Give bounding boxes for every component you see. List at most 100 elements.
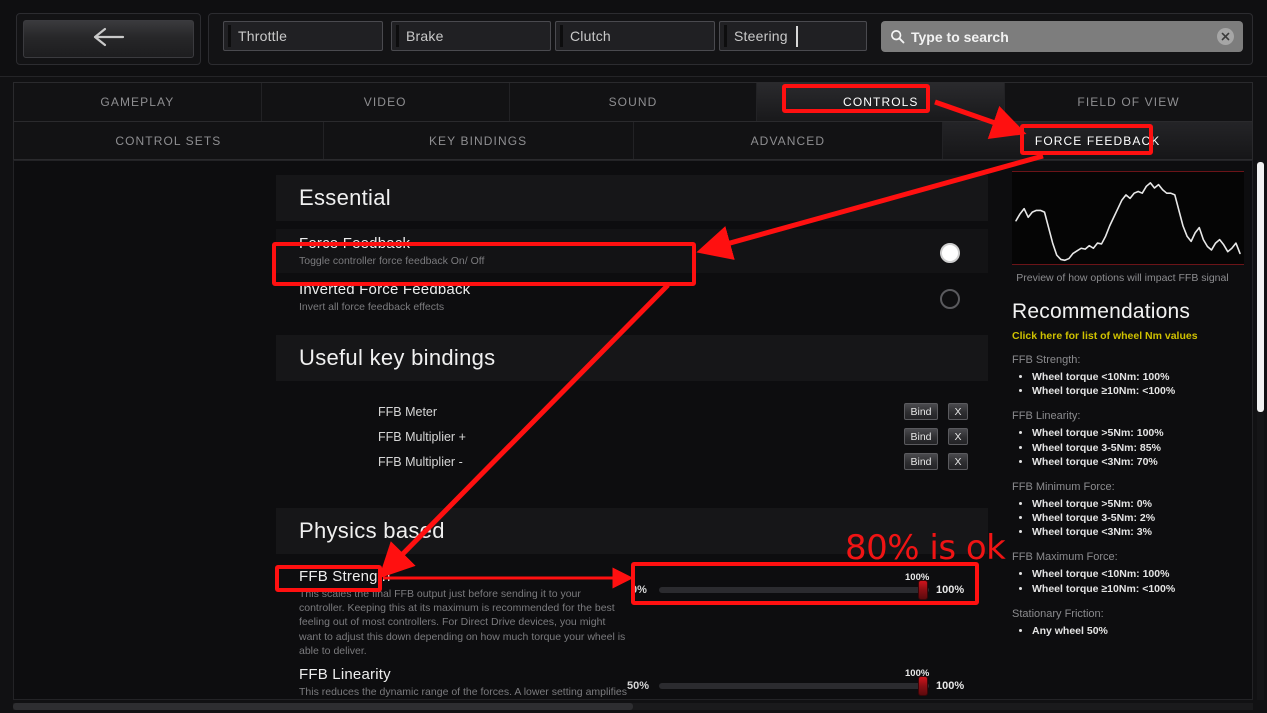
ffb-signal-preview-chart (1012, 171, 1244, 265)
axis-fill-bar (560, 25, 563, 47)
rec-group-stationary-friction: Stationary Friction: Any wheel 50% (1012, 608, 1245, 638)
bind-button[interactable]: Bind (904, 428, 938, 445)
list-item: Wheel torque 3-5Nm: 85% (1032, 441, 1245, 455)
tab-sound[interactable]: SOUND (510, 83, 758, 121)
rec-group-title: FFB Linearity: (1012, 410, 1081, 423)
clear-binding-button[interactable]: X (948, 453, 968, 470)
list-item: Wheel torque >5Nm: 0% (1032, 497, 1245, 511)
arrow-left-icon (92, 27, 126, 52)
rec-group-title: FFB Maximum Force: (1012, 551, 1118, 564)
binding-label: FFB Multiplier - (378, 454, 463, 469)
search-input[interactable]: Type to search (881, 21, 1243, 52)
slider-track[interactable] (659, 683, 929, 689)
tab-advanced[interactable]: ADVANCED (634, 122, 944, 159)
rec-group-title: Stationary Friction: (1012, 607, 1104, 620)
vertical-scrollbar-thumb[interactable] (1257, 162, 1264, 412)
tab-label: GAMEPLAY (100, 95, 175, 109)
rec-group-list: Wheel torque >5Nm: 100% Wheel torque 3-5… (1032, 426, 1245, 469)
tab-gameplay[interactable]: GAMEPLAY (14, 83, 262, 121)
binding-label: FFB Meter (378, 404, 438, 419)
list-item: Wheel torque <10Nm: 100% (1032, 370, 1245, 384)
rec-group-ffb-linearity: FFB Linearity: Wheel torque >5Nm: 100% W… (1012, 410, 1245, 469)
tab-key-bindings[interactable]: KEY BINDINGS (324, 122, 634, 159)
axis-fill-bar (396, 25, 399, 47)
option-description: This reduces the dynamic range of the fo… (299, 686, 627, 698)
clear-binding-button[interactable]: X (948, 428, 968, 445)
section-heading-key-bindings: Useful key bindings (276, 335, 988, 381)
axis-label: Throttle (238, 28, 288, 44)
rec-group-ffb-strength: FFB Strength: Wheel torque <10Nm: 100% W… (1012, 354, 1245, 398)
section-heading-essential: Essential (276, 175, 988, 221)
rec-group-ffb-maximum-force: FFB Maximum Force: Wheel torque <10Nm: 1… (1012, 551, 1245, 595)
annotation-note-80-percent: 80% is ok (845, 528, 1006, 568)
settings-content: Essential Force Feedback Toggle controll… (13, 160, 1253, 700)
axis-brake[interactable]: Brake (391, 21, 551, 51)
axis-clutch[interactable]: Clutch (555, 21, 715, 51)
binding-label: FFB Multiplier + (378, 429, 466, 444)
tab-label: ADVANCED (750, 133, 826, 148)
axis-label: Steering (734, 28, 788, 44)
option-description: This scales the final FFB output just be… (299, 588, 626, 657)
recommendations-panel: Preview of how options will impact FFB s… (1000, 171, 1245, 638)
section-title: Physics based (299, 518, 445, 543)
list-item: Any wheel 50% (1032, 624, 1245, 638)
slider-min-label: 50% (627, 680, 650, 692)
list-item: Wheel torque <10Nm: 100% (1032, 567, 1245, 581)
rec-group-title: FFB Strength: (1012, 354, 1081, 366)
search-placeholder: Type to search (911, 28, 1009, 45)
preview-caption: Preview of how options will impact FFB s… (1016, 272, 1229, 284)
inverted-force-feedback-toggle[interactable] (940, 289, 960, 309)
axis-label: Clutch (570, 28, 611, 44)
option-description: Invert all force feedback effects (299, 301, 445, 313)
rec-group-list: Wheel torque <10Nm: 100% Wheel torque ≥1… (1032, 370, 1245, 398)
list-item: Wheel torque ≥10Nm: <100% (1032, 384, 1245, 398)
slider-thumb[interactable] (918, 676, 928, 696)
search-clear-icon[interactable] (1217, 28, 1234, 45)
option-ffb-linearity[interactable]: FFB Linearity This reduces the dynamic r… (276, 660, 988, 699)
binding-row-ffb-multiplier-minus: FFB Multiplier - Bind X (276, 449, 988, 474)
list-item: Wheel torque <3Nm: 3% (1032, 525, 1245, 539)
tab-video[interactable]: VIDEO (262, 83, 510, 121)
rec-group-list: Any wheel 50% (1032, 624, 1245, 638)
search-icon (890, 29, 905, 44)
rec-group-title: FFB Minimum Force: (1012, 480, 1115, 493)
ffb-linearity-slider[interactable]: 50% 100% 100% (627, 668, 966, 699)
tab-label: CONTROL SETS (115, 133, 222, 148)
list-item: Wheel torque >5Nm: 100% (1032, 426, 1245, 440)
list-item: Wheel torque 3-5Nm: 2% (1032, 511, 1245, 525)
clear-binding-button[interactable]: X (948, 403, 968, 420)
settings-window: Throttle Brake Clutch Steering Type to s… (0, 0, 1267, 713)
wheel-nm-values-link[interactable]: Click here for list of wheel Nm values (1012, 330, 1245, 342)
axis-fill-bar (724, 25, 727, 47)
tab-label: VIDEO (363, 95, 407, 109)
binding-row-ffb-multiplier-plus: FFB Multiplier + Bind X (276, 424, 988, 449)
bind-button[interactable]: Bind (904, 403, 938, 420)
tab-control-sets[interactable]: CONTROL SETS (14, 122, 324, 159)
back-button[interactable] (23, 20, 194, 58)
axis-throttle[interactable]: Throttle (223, 21, 383, 51)
ffb-waveform (1015, 182, 1241, 262)
tab-label: SOUND (608, 95, 658, 109)
bind-button[interactable]: Bind (904, 453, 938, 470)
slider-value: 100% (936, 680, 965, 692)
rec-group-list: Wheel torque >5Nm: 0% Wheel torque 3-5Nm… (1032, 497, 1245, 540)
recommendations-title: Recommendations (1012, 300, 1191, 323)
annotation-box-ffb-strength-slider (631, 562, 979, 605)
axis-monitor-frame: Throttle Brake Clutch Steering Type to s… (208, 13, 1253, 65)
back-button-frame (16, 13, 201, 65)
axis-label: Brake (406, 28, 444, 44)
axis-position-marker (795, 25, 798, 47)
force-feedback-toggle[interactable] (940, 243, 960, 263)
rec-group-list: Wheel torque <10Nm: 100% Wheel torque ≥1… (1032, 567, 1245, 595)
list-item: Wheel torque ≥10Nm: <100% (1032, 582, 1245, 596)
section-title: Essential (299, 185, 391, 210)
binding-row-ffb-meter: FFB Meter Bind X (276, 399, 988, 424)
axis-steering[interactable]: Steering (719, 21, 867, 51)
top-bar: Throttle Brake Clutch Steering Type to s… (0, 0, 1267, 77)
rec-group-ffb-minimum-force: FFB Minimum Force: Wheel torque >5Nm: 0%… (1012, 481, 1245, 540)
tab-field-of-view[interactable]: FIELD OF VIEW (1005, 83, 1252, 121)
horizontal-scrollbar-thumb[interactable] (13, 703, 633, 710)
key-bindings-list: FFB Meter Bind X FFB Multiplier + Bind X… (276, 399, 988, 474)
list-item: Wheel torque <3Nm: 70% (1032, 455, 1245, 469)
primary-tab-row: GAMEPLAY VIDEO SOUND CONTROLS FIELD OF V… (14, 83, 1252, 121)
